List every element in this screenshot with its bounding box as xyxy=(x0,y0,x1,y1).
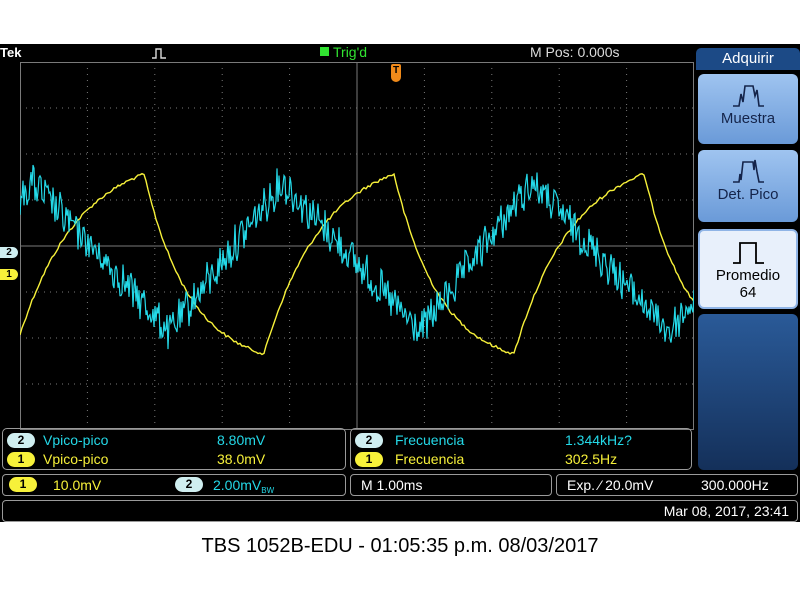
oscilloscope-screen: Tek Trig'd M Pos: 0.000s 2 1 T Adquirir … xyxy=(0,44,800,522)
ch1-scale: 10.0mV xyxy=(53,477,102,493)
ch1-marker-label: 1 xyxy=(6,269,12,280)
ch1-badge: 1 xyxy=(9,477,37,492)
measurement-label: Vpico-pico xyxy=(43,451,109,467)
ch2-badge: 2 xyxy=(175,477,203,492)
channel-badge: 1 xyxy=(7,452,35,467)
measurement-label: Frecuencia xyxy=(395,432,465,448)
measurement-label: Vpico-pico xyxy=(43,432,109,448)
measurement-label: Frecuencia xyxy=(395,451,465,467)
peak-detect-label: Det. Pico xyxy=(717,186,779,203)
sample-mode-icon xyxy=(733,85,764,107)
measurement-panel-right: 2 Frecuencia 1.344kHz? 1 Frecuencia 302.… xyxy=(350,428,692,470)
channel-badge: 2 xyxy=(355,433,383,448)
status-bar: Tek Trig'd M Pos: 0.000s xyxy=(0,44,696,62)
date-time-readout: Mar 08, 2017, 23:41 xyxy=(2,500,798,522)
peak-detect-button[interactable]: Det. Pico xyxy=(698,150,798,222)
ch2-ground-marker[interactable]: 2 xyxy=(0,247,18,258)
trigger-setting: Exp. ⁄ 20.0mV xyxy=(567,477,654,493)
bandwidth-limit-label: BW xyxy=(261,486,275,495)
trigger-indicator-icon xyxy=(320,47,329,56)
average-mode-button[interactable]: Promedio 64 xyxy=(698,229,798,309)
measurement-value: 38.0mV xyxy=(217,451,266,467)
measurement-row: 1 Frecuencia 302.5Hz xyxy=(355,451,695,469)
trigger-readout[interactable]: Exp. ⁄ 20.0mV 300.000Hz xyxy=(556,474,798,496)
trigger-position-marker[interactable]: T xyxy=(391,64,401,82)
trigger-marker-label: T xyxy=(392,65,400,76)
measurement-value: 302.5Hz xyxy=(565,451,618,467)
brand-logo: Tek xyxy=(0,45,22,60)
trigger-status: Trig'd xyxy=(320,44,367,60)
waveform-display[interactable] xyxy=(20,62,694,430)
side-menu-title: Adquirir xyxy=(696,48,800,70)
measurement-value: 1.344kHz? xyxy=(565,432,632,448)
average-mode-icon xyxy=(733,242,764,264)
horizontal-position: M Pos: 0.000s xyxy=(530,44,620,60)
acquire-side-menu: Adquirir Muestra Det. Pico Promedio 64 xyxy=(696,44,800,472)
ch2-scale: 2.00mVBW xyxy=(213,475,274,501)
measurement-row: 1 Vpico-pico 38.0mV xyxy=(7,451,349,469)
trigger-edge-icon xyxy=(151,46,167,62)
trigger-status-text: Trig'd xyxy=(333,44,368,60)
timebase-readout[interactable]: M 1.00ms xyxy=(350,474,552,496)
ch2-scale-value: 2.00mV xyxy=(213,477,262,493)
sample-mode-label: Muestra xyxy=(720,110,776,127)
peak-detect-icon xyxy=(733,159,764,183)
screenshot-caption: TBS 1052B-EDU - 01:05:35 p.m. 08/03/2017 xyxy=(201,535,599,557)
channel-badge: 2 xyxy=(7,433,35,448)
measurement-value: 8.80mV xyxy=(217,432,266,448)
trigger-frequency: 300.000Hz xyxy=(701,477,769,493)
ch1-ground-marker[interactable]: 1 xyxy=(0,269,18,280)
sample-mode-button[interactable]: Muestra xyxy=(698,74,798,144)
ch2-marker-label: 2 xyxy=(6,247,12,258)
measurement-row: 2 Frecuencia 1.344kHz? xyxy=(355,432,695,450)
average-mode-label: Promedio xyxy=(715,267,781,284)
measurement-panel-left: 2 Vpico-pico 8.80mV 1 Vpico-pico 38.0mV xyxy=(2,428,346,470)
average-count: 64 xyxy=(739,284,757,301)
measurement-row: 2 Vpico-pico 8.80mV xyxy=(7,432,349,450)
channel-scale-readout[interactable]: 1 10.0mV 2 2.00mVBW xyxy=(2,474,346,496)
channel-badge: 1 xyxy=(355,452,383,467)
side-menu-empty-panel xyxy=(698,314,798,470)
timebase-value: M 1.00ms xyxy=(361,477,423,493)
